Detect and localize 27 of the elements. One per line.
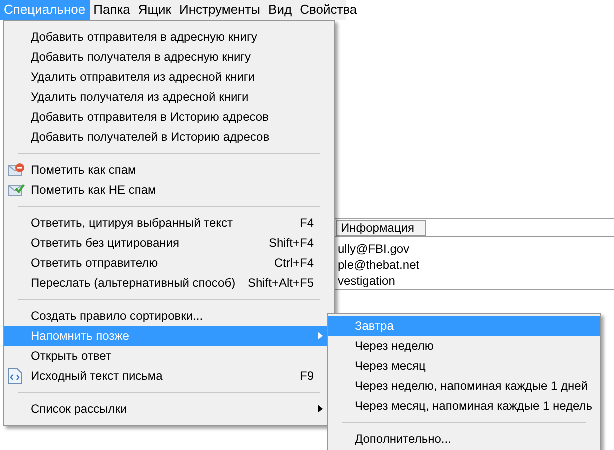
menu-item[interactable]: Добавить отправителя в адресную книгу bbox=[4, 27, 334, 47]
menu-item[interactable]: Добавить получателя в адресную книгу bbox=[4, 47, 334, 67]
menu-bar-item[interactable]: Инструменты bbox=[175, 0, 265, 20]
submenu-arrow-icon bbox=[318, 405, 323, 413]
menu-bar-item[interactable]: Свойства bbox=[296, 0, 362, 20]
panel-tab[interactable]: Информация bbox=[336, 220, 426, 236]
header-field: vestigation bbox=[338, 273, 614, 289]
menu-bar-item[interactable]: Ящик bbox=[134, 0, 176, 20]
header-field: ple@thebat.net bbox=[338, 257, 614, 273]
menu-item[interactable]: Удалить отправителя из адресной книги bbox=[4, 67, 334, 87]
code-file-icon bbox=[8, 368, 22, 384]
envelope-check-icon bbox=[8, 182, 25, 197]
menu-item[interactable]: Переслать (альтернативный способ) Shift+Alt+F5 bbox=[4, 273, 334, 293]
header-field: ully@FBI.gov bbox=[338, 241, 614, 257]
menu-item[interactable]: Ответить без цитирования Shift+F4 bbox=[4, 233, 334, 253]
menu-item[interactable]: Ответить отправителю Ctrl+F4 bbox=[4, 253, 334, 273]
menu-bar-item[interactable]: Вид bbox=[264, 0, 296, 20]
menu-item[interactable]: Пометить как НЕ спам bbox=[4, 180, 334, 200]
envelope-minus-icon bbox=[8, 162, 25, 177]
menu-bar-item[interactable]: Папка bbox=[90, 0, 134, 20]
menu-item[interactable]: Удалить получателя из адресной книги bbox=[4, 87, 334, 107]
menu-item[interactable]: Добавить отправителя в Историю адресов bbox=[4, 107, 334, 127]
menu-item[interactable]: Дополнительно... bbox=[328, 429, 600, 449]
menu-item[interactable]: Добавить получателей в Историю адресов bbox=[4, 127, 334, 147]
menu-item[interactable]: Пометить как спам bbox=[4, 160, 334, 180]
menu-item[interactable]: Ответить, цитируя выбранный текст F4 bbox=[4, 213, 334, 233]
submenu-arrow-icon bbox=[318, 332, 323, 340]
